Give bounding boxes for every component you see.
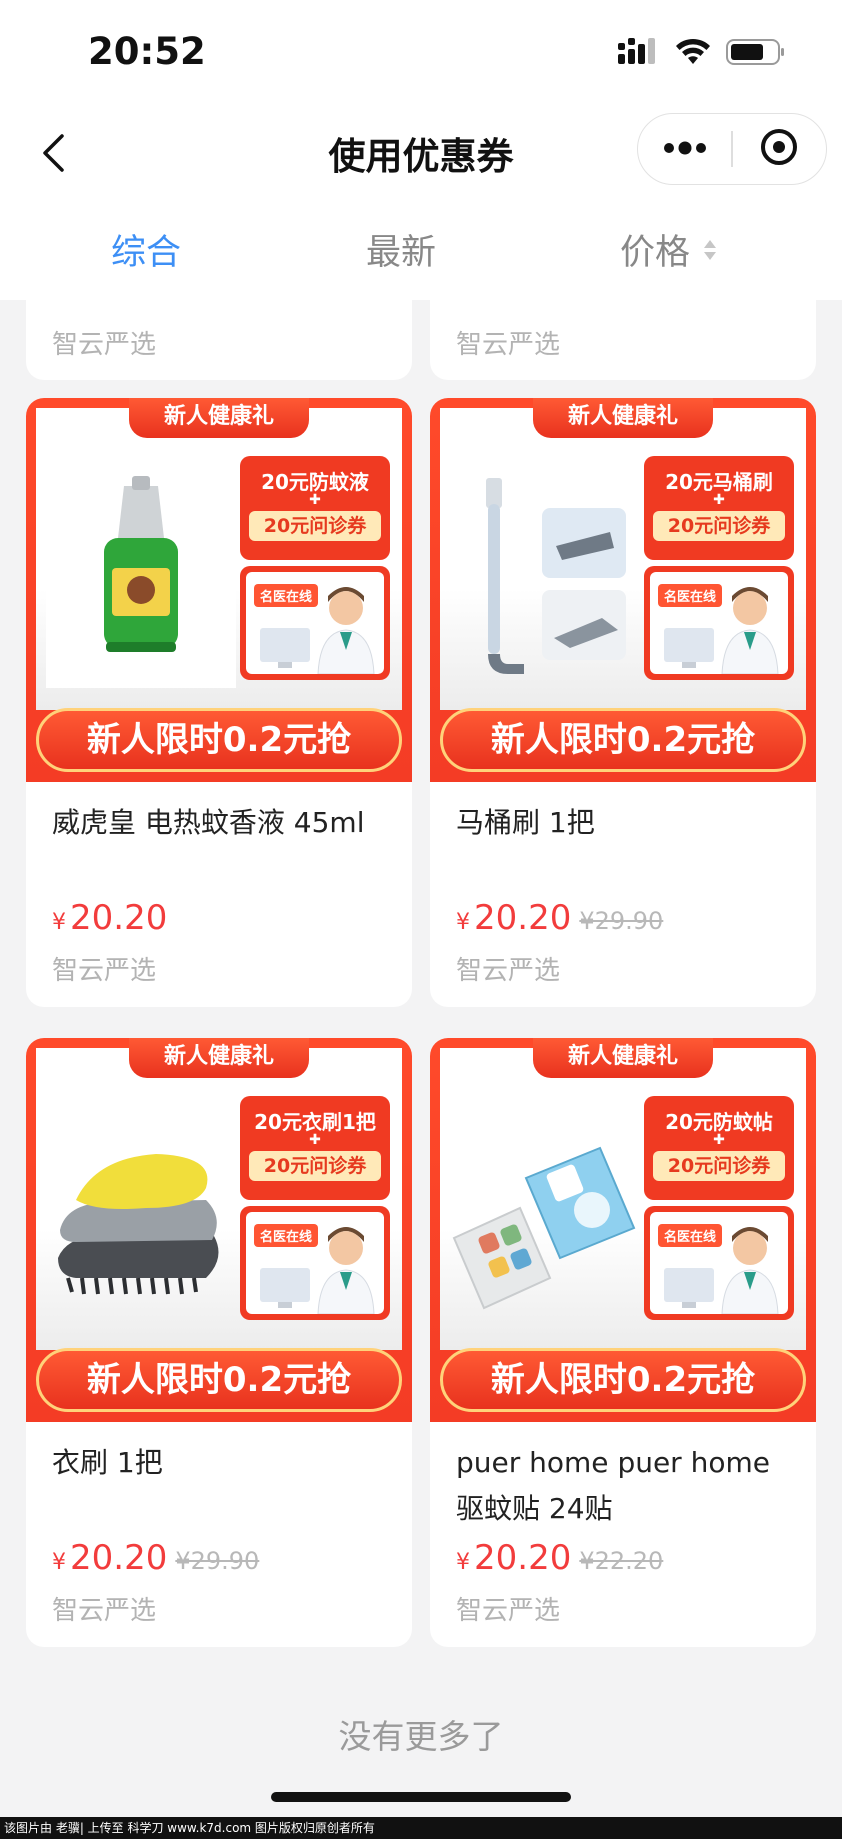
- filter-tabs: 综合 最新 价格: [0, 200, 842, 300]
- coupon-primary: 20元防蚊帖: [665, 1110, 773, 1134]
- price-row: ¥20.20 ¥29.90: [52, 1538, 386, 1578]
- product-info: puer home puer home 驱蚊贴 24贴 ¥20.20 ¥22.2…: [430, 1422, 816, 1647]
- doctor-online-box: 名医在线: [644, 566, 794, 680]
- shop-name: 智云严选: [52, 330, 157, 360]
- original-price: ¥29.90: [175, 1547, 260, 1575]
- coupon-primary: 20元防蚊液: [261, 470, 369, 494]
- product-card[interactable]: 新人健康礼 20元防蚊帖 ✚ 20元问诊券 名医在线 新人限时0.2元抢 pue…: [430, 1038, 816, 1647]
- currency-symbol: ¥: [456, 1550, 470, 1575]
- product-name: 衣刷 1把: [52, 1446, 163, 1479]
- coupon-secondary: 20元问诊券: [249, 511, 381, 541]
- more-dots-icon: [663, 140, 707, 159]
- price-value: 20.20: [474, 1538, 572, 1578]
- mini-program-capsule: [637, 113, 827, 185]
- price-value: 20.20: [474, 898, 572, 938]
- product-image: 新人健康礼 20元防蚊液 ✚ 20元问诊券 名医在线 新人限时0.2元抢: [26, 398, 412, 782]
- doctor-online-box: 名医在线: [644, 1206, 794, 1320]
- navigation-bar: 使用优惠券: [0, 110, 842, 200]
- original-price: ¥29.90: [579, 907, 664, 935]
- watermark-text: 该图片由 老骥| 上传至 科学刀 www.k7d.com 图片版权归原创者所有: [0, 1817, 842, 1839]
- currency-symbol: ¥: [52, 1550, 66, 1575]
- product-name: 威虎皇 电热蚊香液 45ml: [52, 806, 365, 839]
- coupon-secondary: 20元问诊券: [653, 511, 785, 541]
- coupon-secondary: 20元问诊券: [653, 1151, 785, 1181]
- promo-ribbon: 新人健康礼: [533, 1038, 713, 1078]
- promo-ribbon: 新人健康礼: [129, 398, 309, 438]
- coupon-secondary: 20元问诊券: [249, 1151, 381, 1181]
- tab-newest[interactable]: 最新: [366, 224, 436, 275]
- coupon-primary: 20元衣刷1把: [254, 1110, 376, 1134]
- plus-icon: ✚: [713, 1132, 725, 1148]
- mosquito-liquid-bottle-icon: [46, 468, 236, 688]
- product-image: 新人健康礼 20元马桶刷 ✚ 20元问诊券 名医在线 新人限时0.2元抢: [430, 398, 816, 782]
- plus-icon: ✚: [309, 1132, 321, 1148]
- product-name: puer home puer home 驱蚊贴 24贴: [456, 1446, 770, 1525]
- status-time: 20:52: [88, 30, 206, 73]
- no-more-text: 没有更多了: [338, 1717, 504, 1756]
- product-card-partial[interactable]: 智云严选: [26, 300, 412, 380]
- sort-arrows-icon: [704, 239, 717, 260]
- promo-cta-button[interactable]: 新人限时0.2元抢: [440, 1348, 806, 1412]
- product-info: 衣刷 1把 ¥20.20 ¥29.90 智云严选: [26, 1422, 412, 1647]
- coupon-offer-box: 20元防蚊液 ✚ 20元问诊券: [240, 456, 390, 560]
- status-icons: [618, 38, 786, 70]
- promo-ribbon: 新人健康礼: [533, 398, 713, 438]
- doctor-online-box: 名医在线: [240, 566, 390, 680]
- target-circle-icon: [759, 127, 799, 171]
- product-name: 马桶刷 1把: [456, 806, 595, 839]
- shop-name: 智云严选: [52, 956, 157, 986]
- shop-name: 智云严选: [456, 1596, 561, 1626]
- clothes-brush-icon: [46, 1108, 236, 1328]
- plus-icon: ✚: [309, 492, 321, 508]
- coupon-offer-box: 20元马桶刷 ✚ 20元问诊券: [644, 456, 794, 560]
- product-card[interactable]: 新人健康礼 20元防蚊液 ✚ 20元问诊券 名医在线 新人限时0.2元抢 威虎皇…: [26, 398, 412, 1007]
- tab-price-label: 价格: [620, 233, 691, 273]
- coupon-offer-box: 20元防蚊帖 ✚ 20元问诊券: [644, 1096, 794, 1200]
- coupon-offer-box: 20元衣刷1把 ✚ 20元问诊券: [240, 1096, 390, 1200]
- mosquito-patch-pack-icon: [450, 1108, 640, 1328]
- product-card[interactable]: 新人健康礼 20元马桶刷 ✚ 20元问诊券 名医在线 新人限时0.2元抢 马桶刷…: [430, 398, 816, 1007]
- currency-symbol: ¥: [456, 910, 470, 935]
- status-bar: 20:52: [0, 0, 842, 110]
- product-price: ¥20.20: [456, 898, 571, 938]
- plus-icon: ✚: [713, 492, 725, 508]
- more-button[interactable]: [638, 114, 731, 184]
- product-card-partial[interactable]: 智云严选: [430, 300, 816, 380]
- currency-symbol: ¥: [52, 910, 66, 935]
- shop-name: 智云严选: [52, 1596, 157, 1626]
- product-card[interactable]: 新人健康礼 20元衣刷1把 ✚ 20元问诊券 名医在线 新人限时0.2元抢 衣刷…: [26, 1038, 412, 1647]
- original-price: ¥22.20: [579, 1547, 664, 1575]
- battery-icon: [726, 38, 786, 70]
- promo-cta-button[interactable]: 新人限时0.2元抢: [440, 708, 806, 772]
- price-value: 20.20: [70, 1538, 168, 1578]
- shop-name: 智云严选: [456, 956, 561, 986]
- shop-name: 智云严选: [456, 330, 561, 360]
- toilet-brush-icon: [450, 468, 640, 688]
- wifi-icon: [674, 38, 712, 70]
- cellular-signal-icon: [618, 38, 660, 70]
- product-price: ¥20.20: [456, 1538, 571, 1578]
- tab-price[interactable]: 价格: [620, 224, 717, 275]
- promo-cta-button[interactable]: 新人限时0.2元抢: [36, 1348, 402, 1412]
- product-image: 新人健康礼 20元防蚊帖 ✚ 20元问诊券 名医在线 新人限时0.2元抢: [430, 1038, 816, 1422]
- promo-cta-button[interactable]: 新人限时0.2元抢: [36, 708, 402, 772]
- price-row: ¥20.20 ¥22.20: [456, 1538, 790, 1578]
- tab-comprehensive[interactable]: 综合: [111, 224, 181, 275]
- product-info: 威虎皇 电热蚊香液 45ml ¥20.20 智云严选: [26, 782, 412, 1007]
- close-mini-program-button[interactable]: [733, 114, 826, 184]
- product-price: ¥20.20: [52, 1538, 167, 1578]
- price-row: ¥20.20 ¥29.90: [456, 898, 790, 938]
- price-value: 20.20: [70, 898, 168, 938]
- home-indicator[interactable]: [271, 1792, 571, 1802]
- price-row: ¥20.20: [52, 898, 386, 938]
- product-image: 新人健康礼 20元衣刷1把 ✚ 20元问诊券 名医在线 新人限时0.2元抢: [26, 1038, 412, 1422]
- promo-ribbon: 新人健康礼: [129, 1038, 309, 1078]
- product-info: 马桶刷 1把 ¥20.20 ¥29.90 智云严选: [430, 782, 816, 1007]
- product-price: ¥20.20: [52, 898, 167, 938]
- doctor-online-box: 名医在线: [240, 1206, 390, 1320]
- coupon-primary: 20元马桶刷: [665, 470, 773, 494]
